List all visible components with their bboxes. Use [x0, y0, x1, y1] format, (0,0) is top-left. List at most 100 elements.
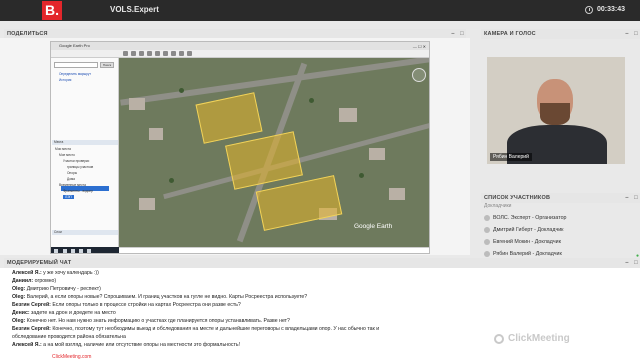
chat-text: Дмитрию Петровичу - респект) — [25, 286, 101, 292]
chat-text: задете на дрон и доедете на место — [29, 310, 116, 316]
chat-footer-link[interactable]: ClickMeeting.com — [52, 354, 91, 360]
chat-message: обследование проводится района обязатель… — [12, 334, 126, 340]
chat-author: Oleg: — [12, 286, 26, 292]
map-tree — [309, 98, 314, 103]
clickmeeting-brand: ClickMeeting — [508, 333, 570, 344]
participant-name: Дмитрий Гиберт - Докладчик — [493, 227, 564, 233]
share-panel-title: ПОДЕЛИТЬСЯ — [7, 31, 48, 37]
parcel-outline — [255, 175, 343, 231]
earth-toolbar — [51, 50, 429, 58]
camera-panel-header: КАМЕРА И ГОЛОС – □ — [481, 29, 640, 39]
participant-name: Рябин Валерий - Докладчик — [493, 251, 562, 257]
minimize-icon[interactable]: – — [450, 31, 456, 37]
expand-icon[interactable]: □ — [633, 260, 639, 266]
chat-text: Если опоры только в процессе стройки на … — [50, 302, 241, 308]
session-timer: 00:33:43 — [597, 6, 626, 13]
participant-row[interactable]: Евгений Мокин - Докладчик — [484, 237, 639, 248]
map-tree — [169, 178, 174, 183]
minimize-icon[interactable]: – — [624, 31, 630, 37]
clock-icon — [585, 6, 593, 14]
tree-item: Участки проверки — [63, 159, 90, 163]
chat-author: Oleg: — [12, 318, 26, 324]
tree-item: Мои места — [55, 147, 71, 151]
map-road — [120, 58, 429, 106]
chat-log: Алексей Я.: у же хочу календарь :)) Дани… — [0, 268, 640, 360]
chat-panel-title: МОДЕРИРУЕМЫЙ ЧАТ — [7, 260, 72, 266]
chat-author: Алексей Я.: — [12, 270, 42, 276]
toolbar-tool-icon — [163, 51, 168, 56]
camera-name-label: Рябин Валерий — [490, 153, 532, 161]
user-icon — [484, 214, 490, 221]
toolbar-tool-icon — [179, 51, 184, 56]
app-logo: B. — [42, 1, 62, 20]
tree-item: границы участков — [67, 165, 94, 169]
tree-item: Мое место — [59, 153, 75, 157]
map-tree — [359, 173, 364, 178]
chat-message: Алексей Я.: у же хочу календарь :)) — [12, 270, 99, 276]
expand-icon[interactable]: □ — [459, 31, 465, 37]
user-icon — [484, 226, 490, 233]
participant-row[interactable]: Дмитрий Гиберт - Докладчик — [484, 225, 639, 236]
toolbar-tool-icon — [147, 51, 152, 56]
app-title: VOLS.Expert — [110, 5, 159, 14]
camera-panel-title: КАМЕРА И ГОЛОС — [484, 31, 536, 37]
taskbar-app-icon — [71, 249, 75, 253]
toolbar-tool-icon — [131, 51, 136, 56]
chat-text: огромно) — [33, 278, 57, 284]
toolbar-tool-icon — [171, 51, 176, 56]
google-earth-logo: Google Earth — [354, 223, 393, 230]
layers-header: Слои — [52, 230, 118, 235]
parcel-outline — [225, 131, 303, 190]
chat-author: Денис: — [12, 310, 30, 316]
route-link: Определить маршрут — [59, 72, 91, 76]
chat-message: Oleg: Валерий, а если опоры новые? Спрош… — [12, 294, 307, 300]
participant-name: ВОЛС. Эксперт - Организатор — [493, 215, 567, 221]
parcel-outline — [195, 92, 263, 144]
taskbar-app-icon — [63, 249, 67, 253]
chat-text: Конечно, поэтому тут необходимы выезд и … — [50, 326, 380, 332]
minimize-icon[interactable]: – — [624, 195, 630, 201]
windows-taskbar — [51, 247, 119, 253]
participants-panel-title: СПИСОК УЧАСТНИКОВ — [484, 195, 551, 201]
user-icon — [484, 238, 490, 245]
chat-author: Безгин Сергей: — [12, 302, 51, 308]
participant-row[interactable]: ВОЛС. Эксперт - Организатор — [484, 213, 639, 224]
taskbar-app-icon — [79, 249, 83, 253]
window-title: Google Earth Pro — [59, 43, 90, 48]
chat-text: Конечно нет. Но нам нужно знать информац… — [25, 318, 290, 324]
earth-search-input — [54, 62, 98, 68]
clickmeeting-logo-icon — [494, 334, 504, 344]
minimize-icon[interactable]: – — [624, 260, 630, 266]
chat-text: у же хочу календарь :)) — [41, 270, 99, 276]
top-bar: B. VOLS.Expert 00:33:43 — [0, 0, 640, 21]
tree-item: Опоры — [67, 171, 78, 175]
taskbar-app-icon — [87, 249, 91, 253]
map-house — [139, 198, 155, 210]
chat-text: Валерий, а если опоры новые? Спрошиваем.… — [25, 294, 308, 300]
expand-icon[interactable]: □ — [633, 195, 639, 201]
earth-search-button: Поиск — [100, 62, 114, 68]
chat-author: Безгин Сергей: — [12, 326, 51, 332]
chat-message: Безгин Сергей: Конечно, поэтому тут необ… — [12, 326, 379, 332]
expand-icon[interactable]: □ — [633, 31, 639, 37]
earth-statusbar — [119, 247, 429, 253]
chat-message: Безгин Сергей: Если опоры только в проце… — [12, 302, 241, 308]
chat-panel-header: МОДЕРИРУЕМЫЙ ЧАТ – □ — [4, 258, 640, 268]
user-icon — [484, 250, 490, 257]
satellite-map: Google Earth — [119, 58, 429, 247]
shared-screen: Google Earth Pro — ☐ ✕ Поиск Определить … — [50, 41, 430, 254]
start-icon — [54, 249, 58, 253]
toolbar-tool-icon — [123, 51, 128, 56]
tree-item: Фрагменты - водопр — [63, 189, 93, 193]
chat-message: Oleg: Конечно нет. Но нам нужно знать ин… — [12, 318, 290, 324]
tree-item: Дома — [67, 177, 75, 181]
chat-message: Oleg: Дмитрию Петровичу - респект) — [12, 286, 101, 292]
chat-author: Алексей Я.: — [12, 342, 42, 348]
places-header: Места — [52, 140, 118, 145]
toolbar-tool-icon — [187, 51, 192, 56]
map-navigation-icon — [412, 68, 426, 82]
map-house — [369, 148, 385, 160]
speaker-beard — [540, 103, 570, 125]
map-tree — [179, 88, 184, 93]
participant-name: Евгений Мокин - Докладчик — [493, 239, 561, 245]
